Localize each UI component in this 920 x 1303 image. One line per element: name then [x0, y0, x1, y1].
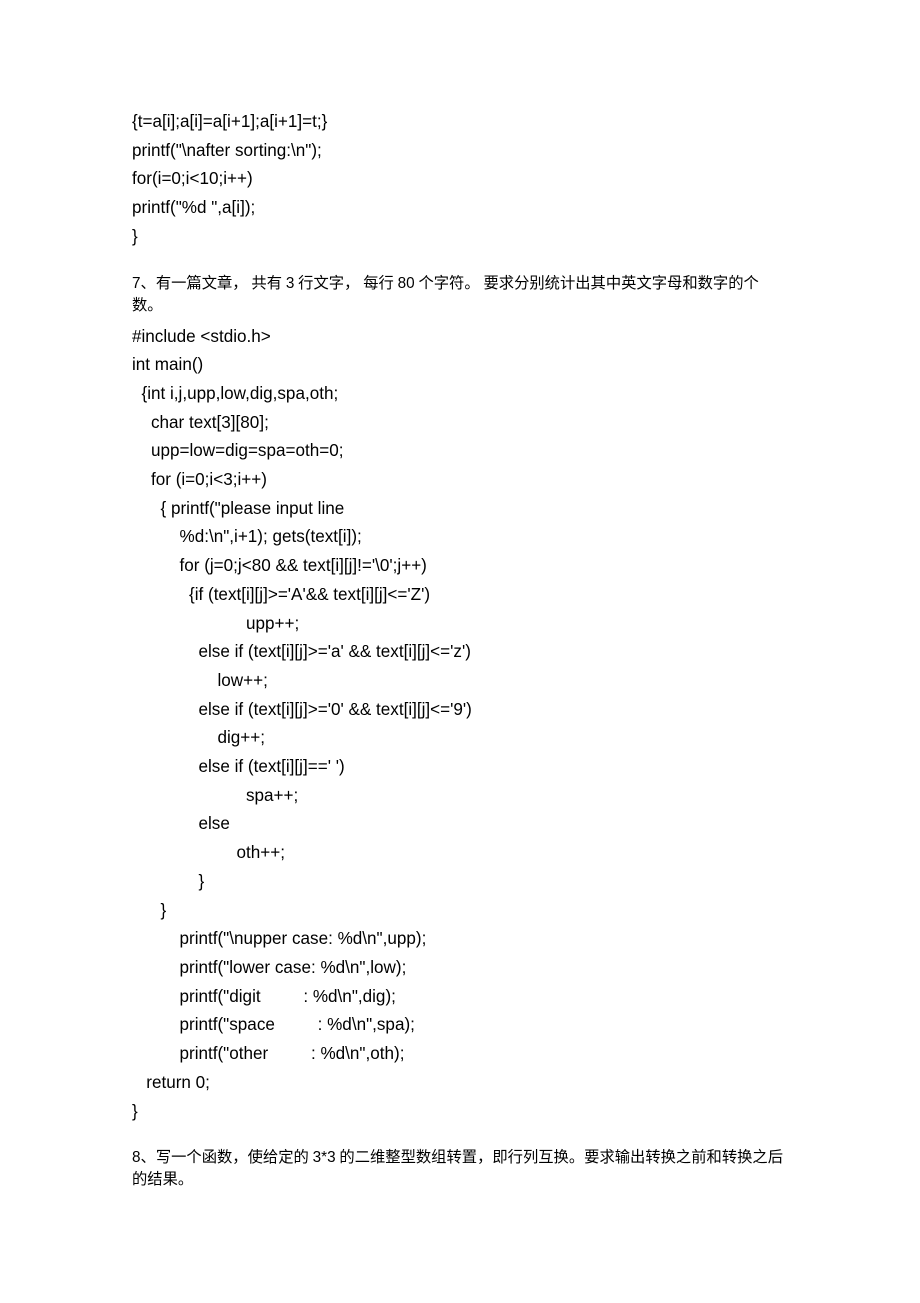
code-line: low++; — [132, 671, 268, 690]
code-block-1: {t=a[i];a[i]=a[i+1];a[i+1]=t;} printf("\… — [132, 108, 788, 252]
code-line: printf("\nafter sorting:\n"); — [132, 141, 322, 160]
code-line: int main() — [132, 355, 203, 374]
code-line: spa++; — [132, 786, 298, 805]
text: 行文字， 每行 — [294, 275, 397, 292]
question-number: 8 — [132, 1149, 141, 1166]
code-line: printf("digit : %d\n",dig); — [132, 987, 396, 1006]
code-block-2: #include <stdio.h> int main() {int i,j,u… — [132, 323, 788, 1127]
code-line: %d:\n",i+1); gets(text[i]); — [132, 527, 362, 546]
code-line: printf("lower case: %d\n",low); — [132, 958, 406, 977]
code-line: } — [132, 872, 204, 891]
number: 80 — [398, 275, 415, 292]
code-line: for(i=0;i<10;i++) — [132, 169, 253, 188]
code-line: else if (text[i][j]>='a' && text[i][j]<=… — [132, 642, 471, 661]
code-line: printf("\nupper case: %d\n",upp); — [132, 929, 426, 948]
question-7-text: 7、有一篇文章， 共有 3 行文字， 每行 80 个字符。 要求分别统计出其中英… — [132, 273, 788, 317]
page: {t=a[i];a[i]=a[i+1];a[i+1]=t;} printf("\… — [0, 0, 920, 1303]
code-line: dig++; — [132, 728, 265, 747]
code-line: upp=low=dig=spa=oth=0; — [132, 441, 343, 460]
code-line: for (j=0;j<80 && text[i][j]!='\0';j++) — [132, 556, 427, 575]
code-line: #include <stdio.h> — [132, 327, 271, 346]
code-line: for (i=0;i<3;i++) — [132, 470, 267, 489]
code-line: printf("other : %d\n",oth); — [132, 1044, 404, 1063]
question-number: 7 — [132, 275, 141, 292]
code-line: {t=a[i];a[i]=a[i+1];a[i+1]=t;} — [132, 112, 327, 131]
text: 、有一篇文章， 共有 — [141, 275, 286, 292]
code-line: else — [132, 814, 230, 833]
code-line: char text[3][80]; — [132, 413, 269, 432]
code-line: oth++; — [132, 843, 285, 862]
code-line: return 0; — [132, 1073, 210, 1092]
code-line: {if (text[i][j]>='A'&& text[i][j]<='Z') — [132, 585, 430, 604]
text: 、写一个函数，使给定的 — [141, 1149, 313, 1166]
code-line: {int i,j,upp,low,dig,spa,oth; — [132, 384, 338, 403]
code-line: } — [132, 227, 138, 246]
number: 3*3 — [313, 1149, 336, 1166]
code-line: } — [132, 901, 166, 920]
code-line: else if (text[i][j]>='0' && text[i][j]<=… — [132, 700, 472, 719]
code-line: else if (text[i][j]==' ') — [132, 757, 345, 776]
code-line: upp++; — [132, 614, 299, 633]
code-line: printf("%d ",a[i]); — [132, 198, 255, 217]
code-line: } — [132, 1102, 138, 1121]
question-8-text: 8、写一个函数，使给定的 3*3 的二维整型数组转置，即行列互换。要求输出转换之… — [132, 1147, 788, 1191]
code-line: { printf("please input line — [132, 499, 344, 518]
code-line: printf("space : %d\n",spa); — [132, 1015, 415, 1034]
